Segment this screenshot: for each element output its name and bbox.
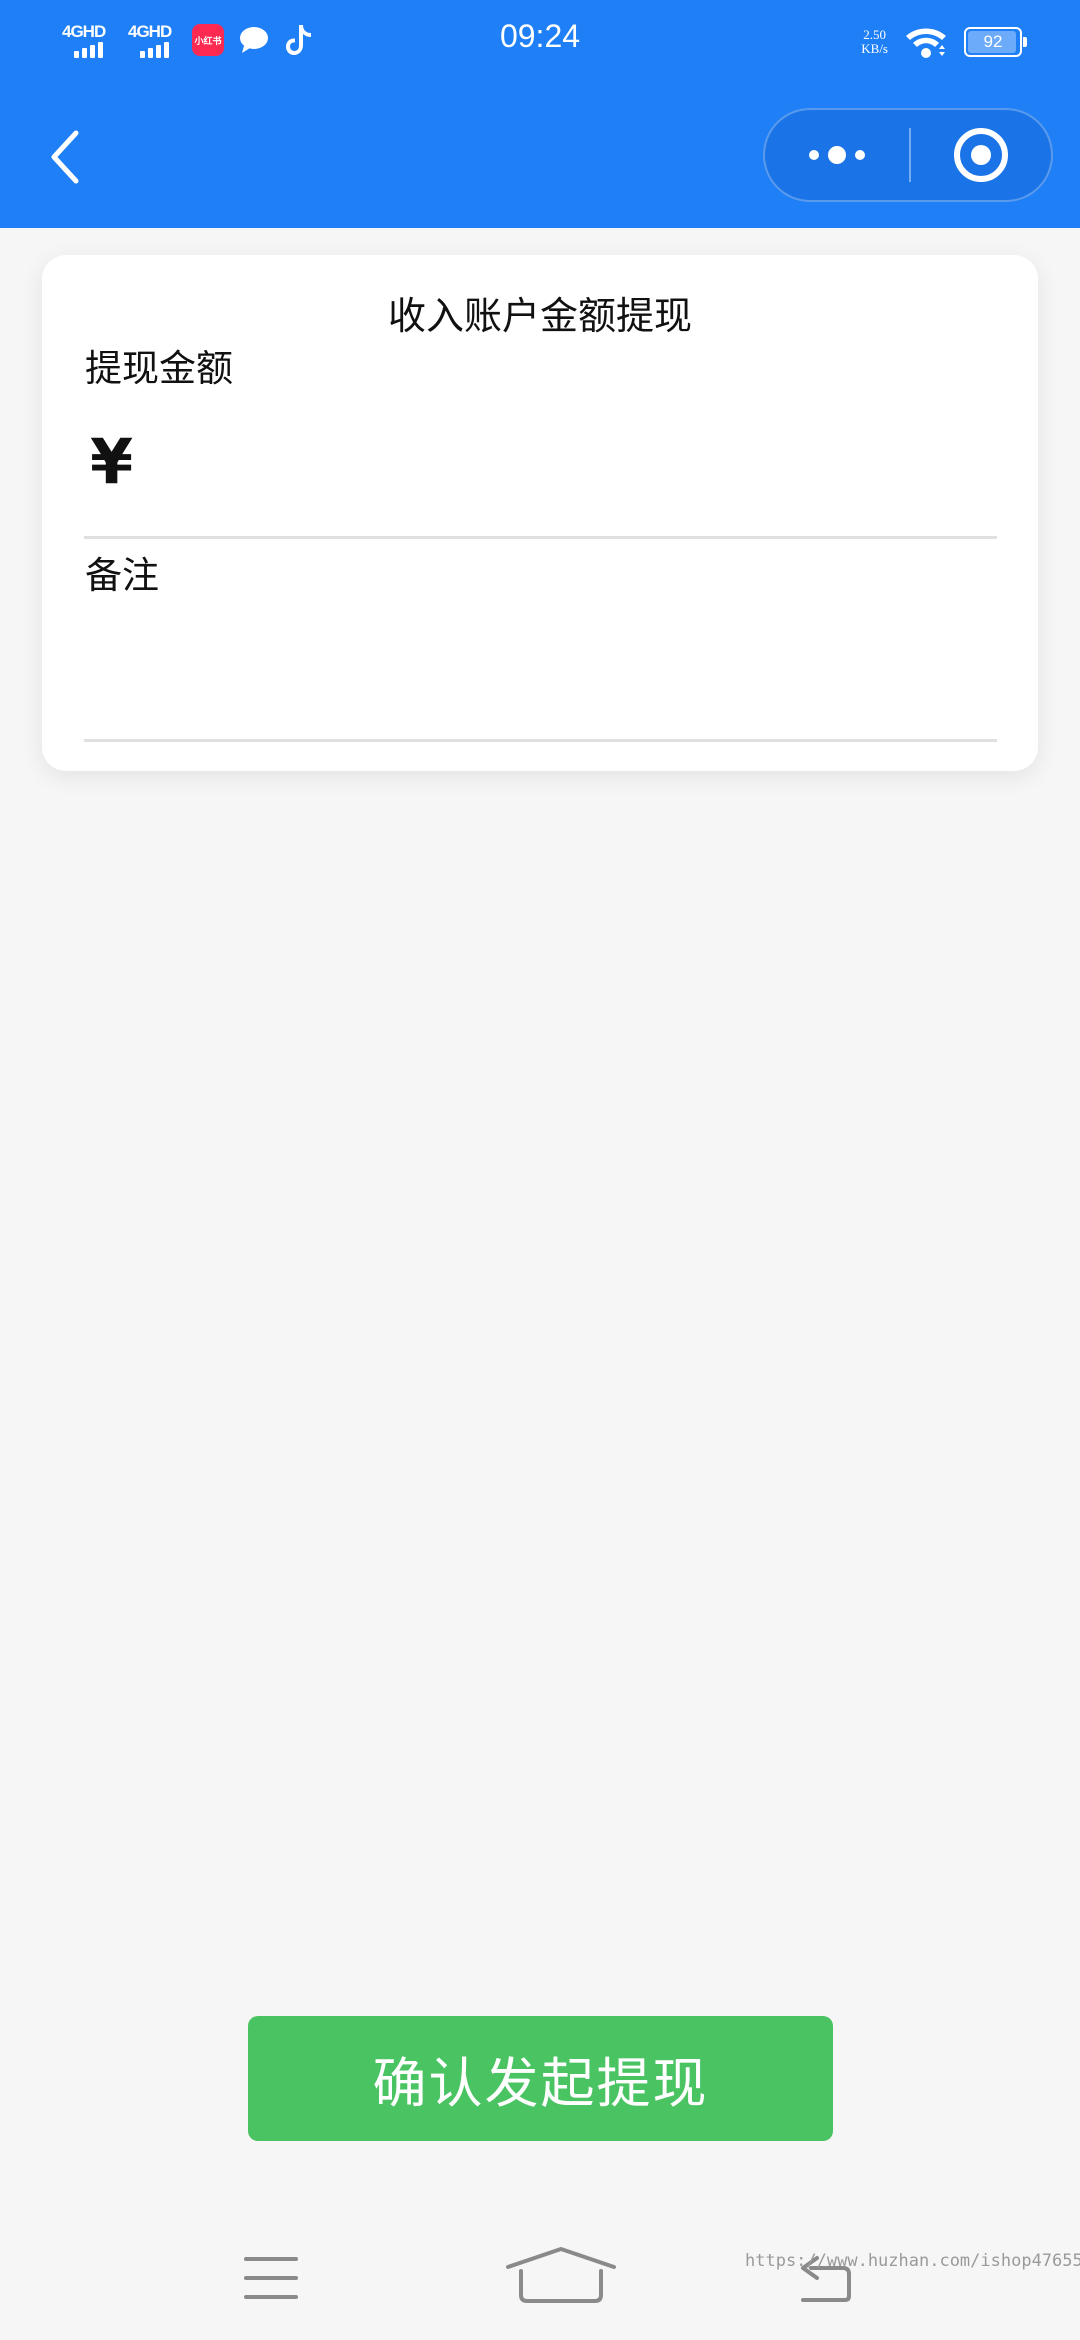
network-speed: 2.50 KB/s [861,28,888,56]
chevron-left-icon [51,130,79,184]
confirm-withdraw-button[interactable]: 确认发起提现 [248,2016,833,2141]
withdraw-card: 收入账户金额提现 提现金额 ¥ 备注 [42,255,1038,771]
status-bar: 4GHD 4GHD 小红书 09:24 2.50 KB/s 92 [0,0,1080,80]
system-nav-bar [0,2220,1080,2340]
divider [84,536,997,539]
menu-icon[interactable] [243,2255,299,2301]
wifi-icon [906,28,946,58]
status-bar-right: 2.50 KB/s 92 [861,20,1027,64]
amount-label: 提现金额 [85,347,233,390]
battery-level: 92 [983,32,1003,51]
watermark-text: https://www.huzhan.com/ishop47655 [745,2251,1080,2271]
nav-bar [0,80,1080,228]
battery-icon: 92 [964,27,1027,57]
currency-symbol: ¥ [90,425,134,498]
divider [84,739,997,742]
speed-value: 2.50 [863,27,886,42]
close-miniprogram-button[interactable] [911,110,1051,200]
back-button[interactable] [40,122,90,192]
speed-unit: KB/s [861,41,888,56]
miniprogram-capsule [763,108,1053,202]
remark-input[interactable] [84,600,997,732]
ellipsis-icon [809,150,819,160]
more-button[interactable] [765,110,909,200]
target-circle-icon [954,128,1008,182]
amount-input[interactable] [172,430,992,510]
card-title: 收入账户金额提现 [387,294,692,338]
remark-label: 备注 [85,554,159,597]
home-icon[interactable] [504,2245,618,2305]
